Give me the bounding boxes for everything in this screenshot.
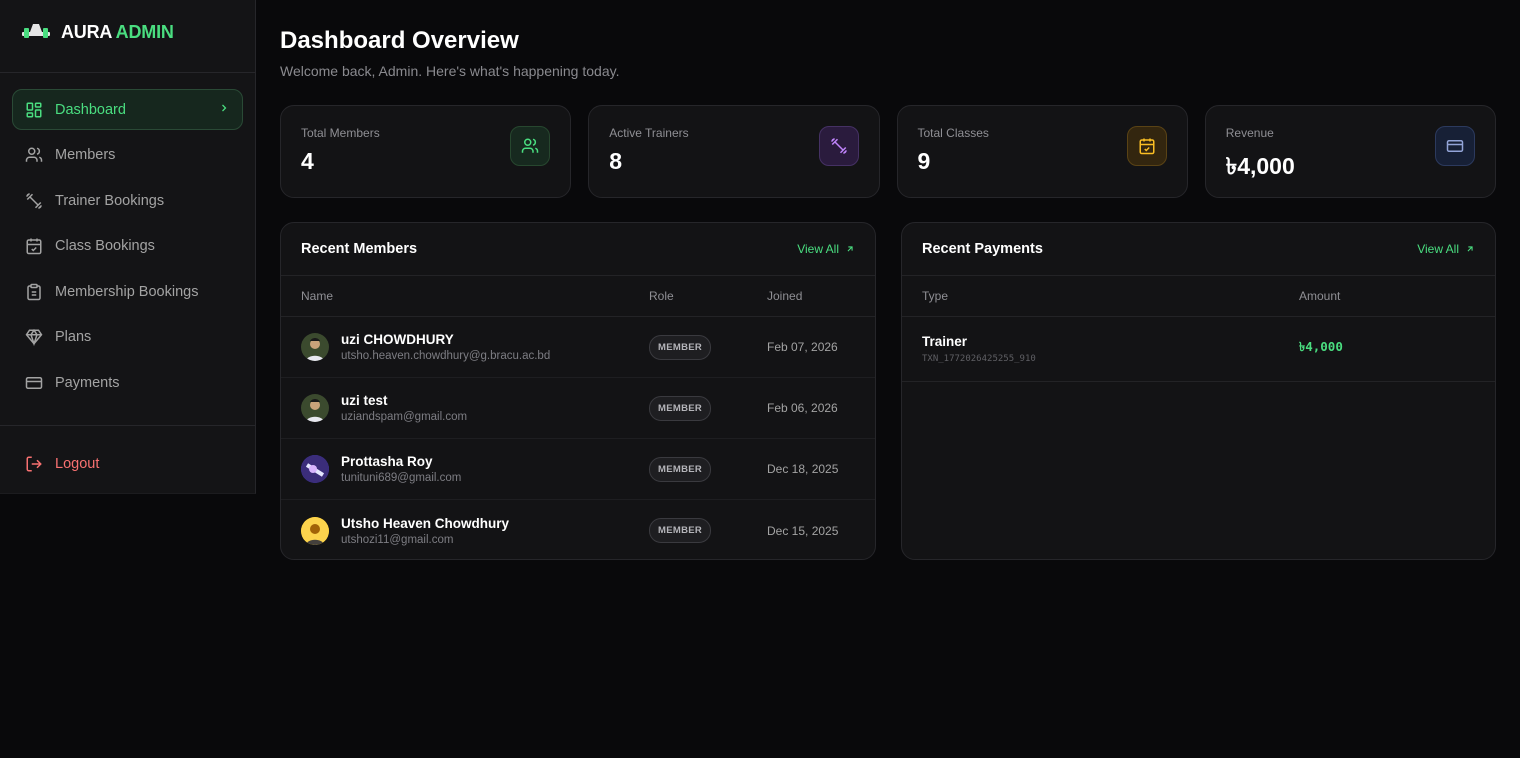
sidebar-nav: Dashboard Members Trainer Bookings Class… <box>0 73 255 403</box>
sidebar-item-plans[interactable]: Plans <box>12 317 243 358</box>
panel-header: Recent Payments View All <box>902 223 1495 276</box>
stat-card-total-classes: Total Classes 9 <box>896 105 1188 198</box>
panel-header: Recent Members View All <box>281 223 875 276</box>
calendar-check-icon <box>1126 126 1167 166</box>
table-row[interactable]: Prottasha Roy tunituni689@gmail.com MEMB… <box>281 439 875 500</box>
view-all-label: View All <box>1417 242 1459 256</box>
member-name: Prottasha Roy <box>341 454 433 469</box>
member-cell: uzi test uziandspam@gmail.com <box>301 393 649 423</box>
member-email: tunituni689@gmail.com <box>341 472 462 484</box>
member-name: Utsho Heaven Chowdhury <box>341 515 510 531</box>
users-icon <box>510 126 551 166</box>
avatar <box>301 516 329 545</box>
panels-row: Recent Members View All Name Role Joined <box>280 222 1496 560</box>
column-header-type: Type <box>922 289 949 303</box>
recent-members-panel: Recent Members View All Name Role Joined <box>280 222 876 560</box>
column-header-role: Role <box>649 289 674 303</box>
sidebar-item-label: Members <box>55 147 116 163</box>
member-cell: Utsho Heaven Chowdhury utshozi11@gmail.c… <box>301 516 649 546</box>
avatar <box>301 333 329 361</box>
member-email: utshozi11@gmail.com <box>341 533 454 546</box>
credit-card-icon <box>25 374 43 392</box>
calendar-check-icon <box>25 237 43 255</box>
brand-name: AURA ADMIN <box>61 22 174 43</box>
sidebar-item-label: Membership Bookings <box>55 283 199 300</box>
table-header: Name Role Joined <box>281 276 875 317</box>
table-row[interactable]: Trainer TXN_1772026425255_910 ৳4,000 <box>902 317 1495 382</box>
table-row[interactable]: Utsho Heaven Chowdhury utshozi11@gmail.c… <box>281 500 875 559</box>
view-all-payments-link[interactable]: View All <box>1417 242 1475 256</box>
role-badge: MEMBER <box>649 518 712 543</box>
member-email: utsho.heaven.chowdhury@g.bracu.ac.bd <box>341 350 551 362</box>
sidebar-item-payments[interactable]: Payments <box>12 362 243 403</box>
panel-title: Recent Payments <box>922 241 1043 257</box>
page-title: Dashboard Overview <box>280 27 519 54</box>
logout-icon <box>25 455 43 473</box>
view-all-members-link[interactable]: View All <box>797 242 855 256</box>
brand-name-part2: ADMIN <box>115 21 174 42</box>
role-badge: MEMBER <box>649 395 712 421</box>
diamond-icon <box>25 328 43 346</box>
recent-payments-panel: Recent Payments View All Type Amount Tra… <box>901 222 1496 560</box>
member-name: uzi CHOWDHURY <box>341 332 454 347</box>
table-row[interactable]: uzi CHOWDHURY utsho.heaven.chowdhury@g.b… <box>281 317 875 378</box>
column-header-joined: Joined <box>767 289 803 303</box>
sidebar-item-dashboard[interactable]: Dashboard <box>12 89 243 130</box>
sidebar-item-membership-bookings[interactable]: Membership Bookings <box>12 271 243 312</box>
dumbbell-logo-icon <box>21 20 51 45</box>
page-subtitle: Welcome back, Admin. Here's what's happe… <box>280 63 620 79</box>
stats-row: Total Members 4 Active Trainers 8 Total … <box>280 105 1496 198</box>
payment-type: Trainer <box>922 334 968 349</box>
sidebar: AURA ADMIN Dashboard Members Trainer Boo… <box>0 0 256 494</box>
avatar <box>301 455 329 483</box>
joined-date: Feb 06, 2026 <box>767 401 838 415</box>
member-cell: uzi CHOWDHURY utsho.heaven.chowdhury@g.b… <box>301 332 649 362</box>
sidebar-item-class-bookings[interactable]: Class Bookings <box>12 226 243 267</box>
payment-amount: ৳4,000 <box>1299 339 1343 354</box>
brand[interactable]: AURA ADMIN <box>0 0 255 73</box>
avatar <box>301 394 329 422</box>
sidebar-divider <box>0 425 255 426</box>
view-all-label: View All <box>797 242 839 256</box>
sidebar-item-label: Payments <box>55 374 120 391</box>
member-cell: Prottasha Roy tunituni689@gmail.com <box>301 454 649 484</box>
member-email: uziandspam@gmail.com <box>341 411 468 423</box>
sidebar-item-label: Class Bookings <box>55 238 155 254</box>
joined-date: Dec 18, 2025 <box>767 462 839 476</box>
payment-type-cell: Trainer TXN_1772026425255_910 <box>922 334 1299 364</box>
joined-date: Dec 15, 2025 <box>767 523 839 538</box>
dumbbell-icon <box>25 192 43 210</box>
brand-name-part1: AURA <box>61 21 112 42</box>
stat-card-active-trainers: Active Trainers 8 <box>588 105 880 198</box>
logout-label: Logout <box>55 455 100 472</box>
users-icon <box>25 146 43 164</box>
table-header: Type Amount <box>902 276 1495 317</box>
main-content: Dashboard Overview Welcome back, Admin. … <box>280 0 1496 560</box>
transaction-id: TXN_1772026425255_910 <box>922 354 1036 364</box>
sidebar-item-label: Plans <box>55 329 92 345</box>
column-header-name: Name <box>301 289 334 303</box>
credit-card-icon <box>1435 126 1475 166</box>
joined-date: Feb 07, 2026 <box>767 340 838 354</box>
role-badge: MEMBER <box>649 456 712 482</box>
clipboard-icon <box>25 283 43 301</box>
panel-title: Recent Members <box>301 241 418 257</box>
grid-icon <box>25 101 43 119</box>
dumbbell-icon <box>818 126 859 166</box>
chevron-right-icon <box>218 102 230 118</box>
table-row[interactable]: uzi test uziandspam@gmail.com MEMBER Feb… <box>281 378 875 439</box>
stat-card-revenue: Revenue ৳4,000 <box>1204 105 1496 198</box>
arrow-up-right-icon <box>847 246 853 252</box>
sidebar-item-label: Dashboard <box>55 101 126 118</box>
sidebar-item-label: Trainer Bookings <box>55 192 165 209</box>
column-header-amount: Amount <box>1299 289 1341 303</box>
member-name: uzi test <box>341 393 388 408</box>
sidebar-item-members[interactable]: Members <box>12 135 243 176</box>
logout-button[interactable]: Logout <box>12 443 243 484</box>
arrow-up-right-icon <box>1467 246 1473 252</box>
stat-card-total-members: Total Members 4 <box>280 105 572 198</box>
role-badge: MEMBER <box>649 334 712 360</box>
sidebar-item-trainer-bookings[interactable]: Trainer Bookings <box>12 180 243 221</box>
